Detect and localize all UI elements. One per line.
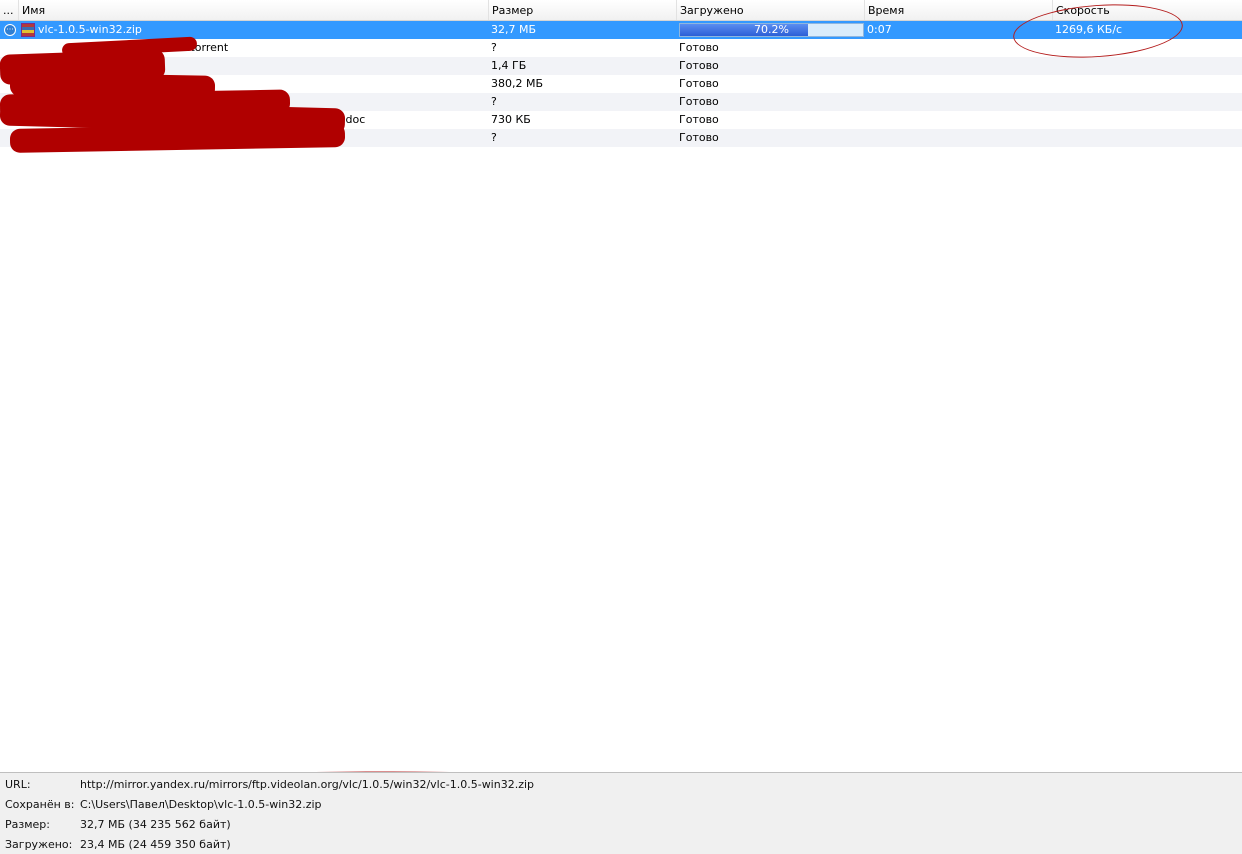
file-size: 380,2 МБ bbox=[491, 77, 544, 90]
archive-icon bbox=[21, 23, 35, 37]
column-size[interactable]: Размер bbox=[488, 0, 676, 20]
downloaded-value: 23,4 МБ (24 459 350 байт) bbox=[80, 838, 231, 851]
url-label: URL: bbox=[5, 778, 31, 791]
file-size: 32,7 МБ bbox=[491, 23, 537, 36]
file-size: ? bbox=[491, 95, 497, 108]
column-time[interactable]: Время bbox=[864, 0, 1052, 20]
download-status: Готово bbox=[679, 59, 719, 72]
progress-label: 70.2% bbox=[754, 23, 789, 36]
saved-path[interactable]: C:\Users\Павел\Desktop\vlc-1.0.5-win32.z… bbox=[80, 796, 322, 814]
download-status: Готово bbox=[679, 113, 719, 126]
size-label: Размер: bbox=[5, 818, 50, 831]
url-link[interactable]: http://mirror.yandex.ru/mirrors/ftp.vide… bbox=[80, 776, 534, 794]
redaction-mark bbox=[9, 123, 346, 153]
file-size: 1,4 ГБ bbox=[491, 59, 527, 72]
file-size: 730 КБ bbox=[491, 113, 531, 126]
saved-label: Сохранён в: bbox=[5, 798, 75, 811]
status-dots-icon[interactable]: ··· bbox=[4, 24, 16, 36]
file-size: ? bbox=[491, 41, 497, 54]
download-status: Готово bbox=[679, 41, 719, 54]
details-panel: URL: http://mirror.yandex.ru/mirrors/ftp… bbox=[0, 772, 1242, 854]
size-value: 32,7 МБ (34 235 562 байт) bbox=[80, 818, 231, 831]
file-size: ? bbox=[491, 131, 497, 144]
download-row[interactable]: 1,4 ГБ Готово bbox=[0, 57, 1242, 75]
column-options[interactable]: ... bbox=[0, 0, 18, 20]
download-status: Готово bbox=[679, 131, 719, 144]
column-downloaded[interactable]: Загружено bbox=[676, 0, 864, 20]
download-status: Готово bbox=[679, 95, 719, 108]
download-status: Готово bbox=[679, 77, 719, 90]
progress-bar: 70.2% bbox=[679, 23, 864, 37]
downloaded-label: Загружено: bbox=[5, 838, 73, 851]
column-name[interactable]: Имя bbox=[18, 0, 488, 20]
file-name: vlc-1.0.5-win32.zip bbox=[38, 23, 142, 36]
